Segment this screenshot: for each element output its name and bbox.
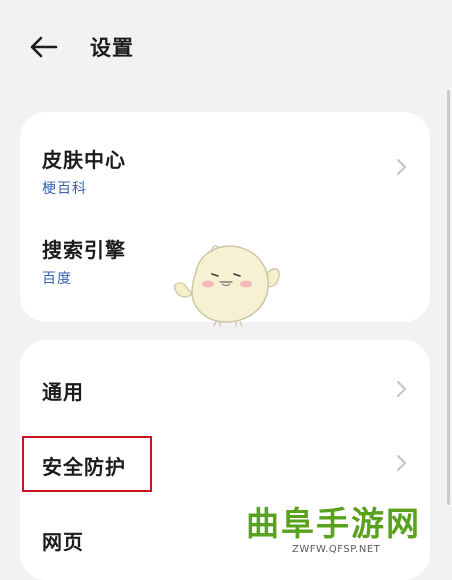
- skin-center-item[interactable]: 皮肤中心 梗百科: [20, 112, 430, 212]
- back-button[interactable]: [28, 30, 62, 64]
- skin-center-value: 梗百科: [42, 181, 87, 197]
- arrow-left-icon: [30, 36, 58, 58]
- search-engine-value: 百度: [42, 271, 72, 287]
- general-item[interactable]: 通用: [20, 340, 430, 430]
- chevron-right-icon: [397, 159, 406, 175]
- scrollbar[interactable]: [447, 90, 450, 505]
- webpage-label: 网页: [42, 530, 84, 554]
- chevron-right-icon: [397, 381, 406, 397]
- watermark-logo: 曲阜手游网: [246, 504, 421, 543]
- chevron-right-icon: [397, 455, 406, 471]
- highlight-box: [22, 436, 152, 492]
- skin-center-label: 皮肤中心: [42, 148, 126, 172]
- general-label: 通用: [42, 380, 84, 404]
- search-engine-label: 搜索引擎: [42, 238, 126, 262]
- page-title: 设置: [90, 36, 134, 60]
- chick-mascot-icon: [174, 245, 280, 327]
- watermark-url: ZWFW.QFSP.NET: [292, 544, 381, 555]
- top-bar: 设置: [0, 0, 452, 92]
